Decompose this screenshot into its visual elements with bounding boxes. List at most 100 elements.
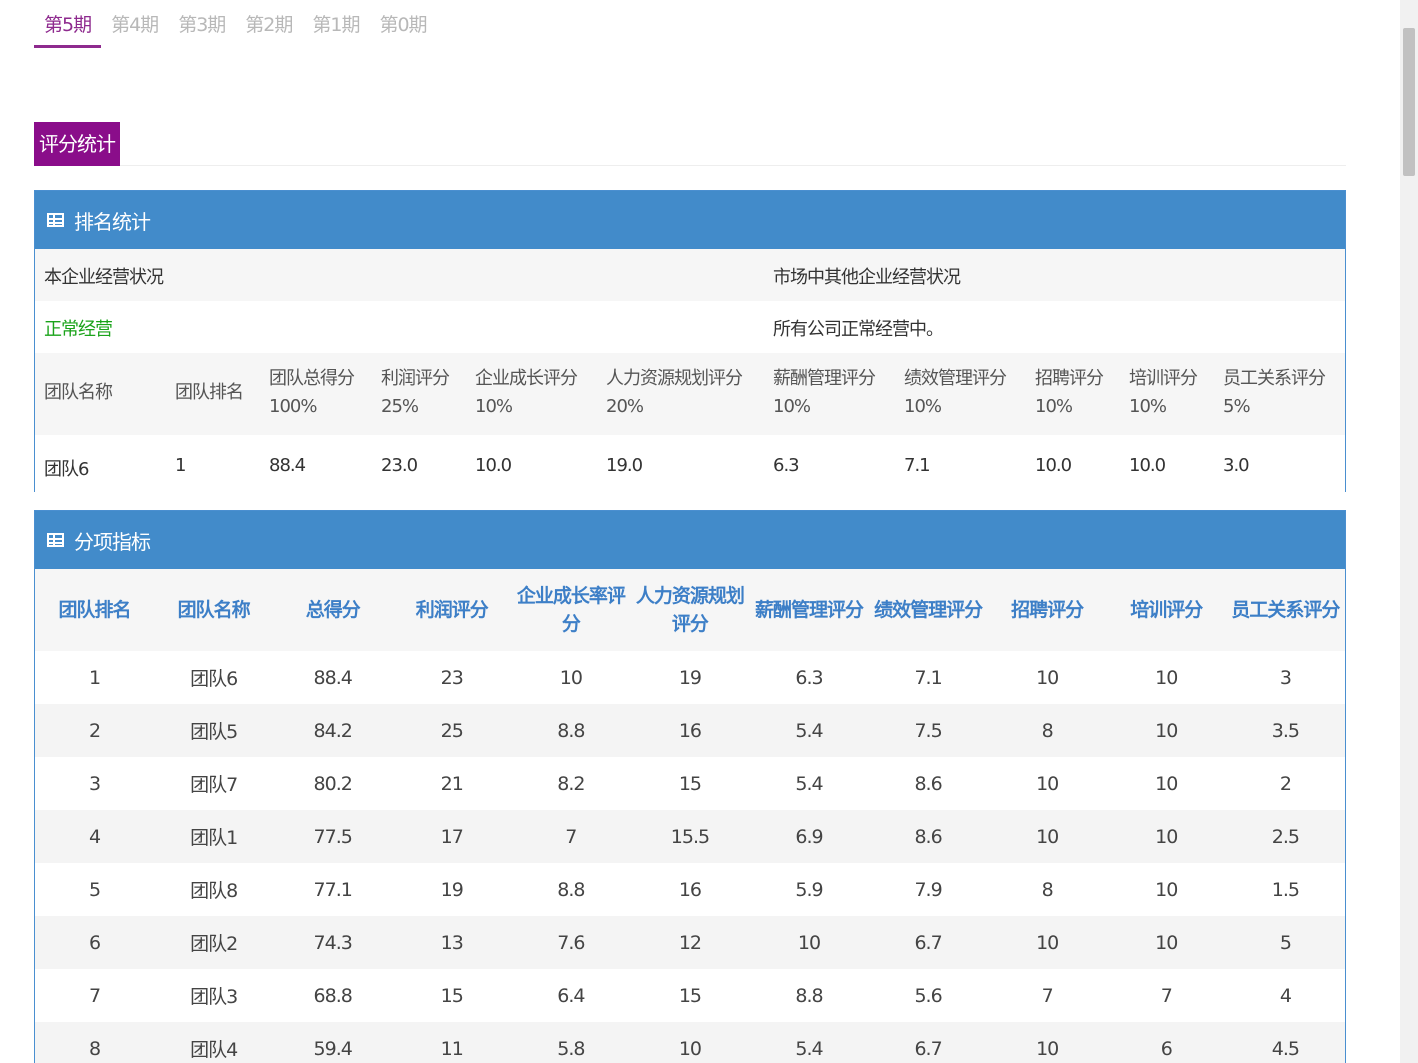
table-cell: 23 [440,666,464,689]
ranking-header-weight: 10% [773,396,811,417]
table-cell: 6 [1106,1022,1226,1063]
table-cell: 5.4 [795,772,823,795]
ranking-header-name: 培训评分 [1129,368,1198,389]
table-cell: 8 [987,704,1107,757]
ranking-data-cell: 1 [175,455,186,476]
ranking-header-row: 团队名称 团队排名 团队总得分 100% 利润评分 25% 企业成长评分 10% 人力资源规划评… [35,353,1345,435]
tab-period-2[interactable]: 第3期 [168,0,235,48]
table-cell: 6 [35,916,155,969]
table-cell: 10 [1155,666,1178,689]
ranking-header-name: 团队排名 [175,382,244,403]
ranking-header-name: 招聘评分 [1035,368,1104,389]
index-header-cell[interactable]: 招聘评分 [987,569,1107,651]
ranking-header-cell: 利润评分 25% [381,365,450,421]
table-cell: 10 [1155,772,1178,795]
index-header-cell[interactable]: 总得分 [273,569,393,651]
table-cell: 10 [1036,772,1059,795]
period-tabs: 第5期 第4期 第3期 第2期 第1期 第0期 [34,0,437,48]
table-cell: 7.5 [868,704,988,757]
index-header-cell[interactable]: 团队排名 [35,569,155,651]
ranking-header-weight: 25% [381,396,419,417]
section-divider [120,165,1346,166]
table-cell: 8.2 [557,772,585,795]
table-cell: 10 [1155,878,1178,901]
table-cell: 8.8 [557,878,585,901]
index-header-cell[interactable]: 企业成长率评分 [511,569,631,651]
table-row: 6 团队2 74.3 13 7.6 12 10 6.7 10 10 5 [35,916,1345,969]
index-header-cell[interactable]: 团队名称 [154,569,274,651]
ranking-header-weight: 10% [904,396,942,417]
ranking-header-weight: 10% [1129,396,1167,417]
scrollbar-thumb[interactable] [1403,28,1415,176]
ranking-header-cell: 薪酬管理评分 10% [773,365,876,421]
table-cell: 3.5 [1225,704,1345,757]
table-cell: 8 [35,1022,155,1063]
table-cell: 10 [1106,916,1226,969]
ranking-data-cell: 10.0 [1035,455,1072,476]
table-cell: 8 [1041,878,1054,901]
ranking-header-name: 员工关系评分 [1223,368,1326,389]
table-cell: 84.2 [273,704,393,757]
tab-period-4[interactable]: 第1期 [302,0,369,48]
table-cell: 4 [35,810,155,863]
table-cell: 19 [440,878,464,901]
ranking-data-cell: 88.4 [269,455,306,476]
table-cell: 7 [1160,984,1173,1007]
table-cell: 2.5 [1225,810,1345,863]
table-cell: 2 [1279,772,1292,795]
ranking-header-name: 绩效管理评分 [904,368,1007,389]
table-cell: 15.5 [630,810,750,863]
table-cell: 7 [511,810,631,863]
ranking-header-name: 企业成长评分 [475,368,578,389]
table-row: 4 团队1 77.5 17 7 15.5 6.9 8.6 10 10 2.5 [35,810,1345,863]
table-cell: 5.4 [749,704,869,757]
tab-period-5[interactable]: 第0期 [369,0,436,48]
index-header-cell[interactable]: 绩效管理评分 [868,569,988,651]
table-cell: 88.4 [313,666,353,689]
table-cell: 4.5 [1225,1022,1345,1063]
table-row: 3 团队7 80.2 21 8.2 15 5.4 8.6 10 10 2 [35,757,1345,810]
market-status-label: 市场中其他企业经营状况 [773,267,961,288]
section-title: 评分统计 [34,122,120,166]
ranking-header-cell: 员工关系评分 5% [1223,365,1326,421]
table-cell: 19 [678,666,702,689]
page-scrollbar[interactable] [1400,0,1418,1063]
ranking-header-cell: 团队总得分 100% [269,365,355,421]
ranking-header-name: 利润评分 [381,368,450,389]
table-icon [47,533,64,547]
status-value-row: 正常经营 所有公司正常经营中。 [35,301,1345,353]
table-cell: 4 [1279,984,1292,1007]
index-panel: 分项指标 团队排名 团队名称 总得分 利润评分 企业成长率评分 人力资源规划评分 薪酬管理评… [34,510,1346,1063]
table-cell: 59.4 [273,1022,393,1063]
ranking-panel-header: 排名统计 [35,191,1345,249]
ranking-data-cell: 6.3 [773,455,800,476]
index-header-cell[interactable]: 利润评分 [392,569,512,651]
tab-period-0[interactable]: 第5期 [34,0,102,48]
table-cell: 3 [88,772,101,795]
own-status-label: 本企业经营状况 [44,267,164,288]
table-cell: 5.6 [914,984,942,1007]
table-cell: 8.6 [914,772,942,795]
index-header-row: 团队排名 团队名称 总得分 利润评分 企业成长率评分 人力资源规划评分 薪酬管理评分 绩效管理… [35,569,1345,651]
ranking-header-name: 人力资源规划评分 [606,368,743,389]
index-header-cell[interactable]: 人力资源规划评分 [630,569,750,651]
ranking-header-weight: 10% [1035,396,1073,417]
table-cell: 6.3 [795,666,823,689]
index-header-cell[interactable]: 员工关系评分 [1225,569,1345,651]
ranking-data-cell: 7.1 [904,455,931,476]
table-cell: 10 [749,916,869,969]
ranking-header-weight: 20% [606,396,644,417]
ranking-data-cell: 10.0 [475,455,512,476]
table-cell: 10 [559,666,583,689]
tab-period-3[interactable]: 第2期 [235,0,302,48]
ranking-header-name: 薪酬管理评分 [773,368,876,389]
tab-period-1[interactable]: 第4期 [101,0,168,48]
table-cell: 团队8 [190,880,238,902]
index-header-cell[interactable]: 培训评分 [1106,569,1226,651]
index-table: 团队排名 团队名称 总得分 利润评分 企业成长率评分 人力资源规划评分 薪酬管理评分 绩效管理… [35,569,1345,1063]
index-header-cell[interactable]: 薪酬管理评分 [749,569,869,651]
ranking-header-cell: 团队排名 [175,379,244,407]
table-cell: 6.9 [749,810,869,863]
table-cell: 25 [392,704,512,757]
table-cell: 74.3 [273,916,393,969]
